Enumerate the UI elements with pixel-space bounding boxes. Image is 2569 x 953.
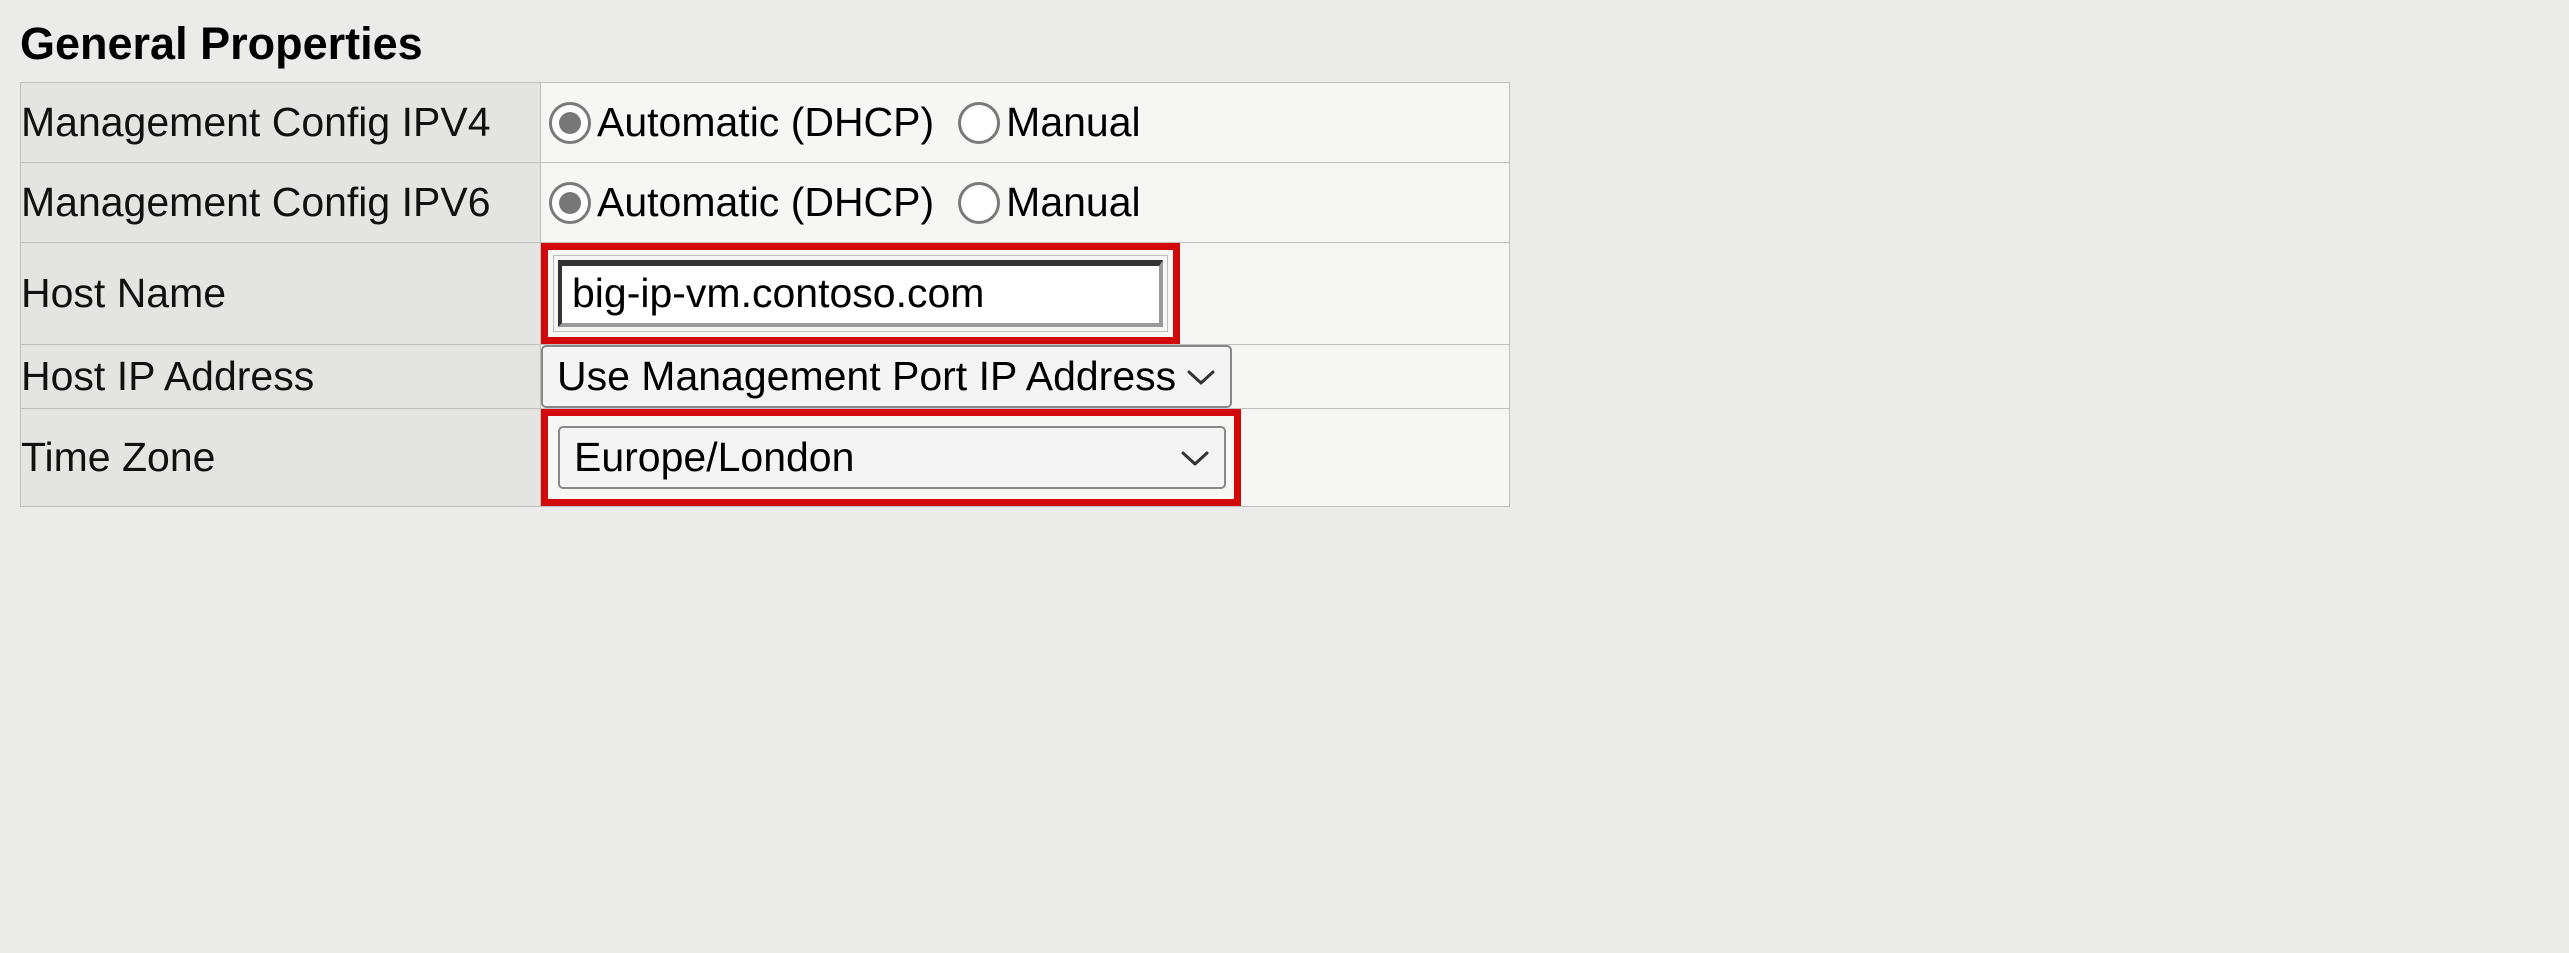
chevron-down-icon [1186,367,1216,387]
section-heading: General Properties [20,18,2549,70]
host-ip-select-value: Use Management Port IP Address [557,353,1176,400]
label-mgmt-ipv4: Management Config IPV4 [21,83,541,163]
radio-label-ipv4-automatic: Automatic (DHCP) [597,99,934,146]
chevron-down-icon [1180,448,1210,468]
radio-label-ipv6-automatic: Automatic (DHCP) [597,179,934,226]
radio-group-ipv6: Automatic (DHCP) Manual [541,163,1509,242]
host-name-input[interactable] [558,260,1163,327]
time-zone-select-value: Europe/London [574,434,854,481]
radio-ipv6-manual[interactable] [958,182,1000,224]
radio-ipv6-automatic[interactable] [549,182,591,224]
radio-group-ipv4: Automatic (DHCP) Manual [541,83,1509,162]
label-host-name: Host Name [21,243,541,345]
radio-ipv4-manual[interactable] [958,102,1000,144]
radio-ipv4-automatic[interactable] [549,102,591,144]
highlight-host-name [541,243,1180,344]
radio-label-ipv4-manual: Manual [1006,99,1140,146]
highlight-time-zone: Europe/London [541,409,1241,506]
label-mgmt-ipv6: Management Config IPV6 [21,163,541,243]
label-host-ip: Host IP Address [21,345,541,409]
general-properties-table: Management Config IPV4 Automatic (DHCP) … [20,82,1510,507]
radio-label-ipv6-manual: Manual [1006,179,1140,226]
time-zone-select[interactable]: Europe/London [558,426,1226,489]
host-ip-select[interactable]: Use Management Port IP Address [541,345,1232,408]
label-time-zone: Time Zone [21,409,541,507]
